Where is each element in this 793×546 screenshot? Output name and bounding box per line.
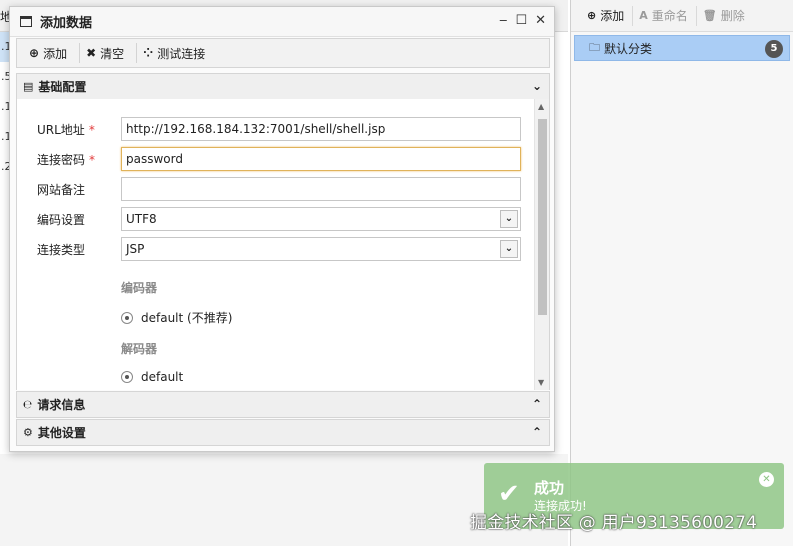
section-request-title: 请求信息 [37,398,86,412]
type-label: 连接类型 [37,243,86,257]
password-label: 连接密码 * [37,153,96,167]
section-basic-title: 基础配置 [38,80,87,94]
password-row: 连接密码 * [17,147,532,171]
dialog-title: 添加数据 [40,16,93,31]
encoder-default-option[interactable]: default (不推荐) [121,309,232,326]
font-icon: A [639,9,648,22]
chevron-up-icon: ⌃ [531,425,542,439]
decoder-title: 解码器 [121,342,158,356]
maximize-icon[interactable]: ☐ [515,13,527,28]
decoder-default-option[interactable]: default [121,370,183,384]
scrollbar-thumb[interactable] [538,119,547,315]
folder-icon: 🗀 [589,40,600,54]
watermark: 掘金技术社区 @ 用户93135600274 [470,513,758,533]
clear-button[interactable]: ✖ 清空 [80,43,138,63]
window-controls: ‒ ☐ ✕ [499,13,546,28]
close-icon[interactable]: ✕ [535,13,546,28]
chevron-up-icon: ⌃ [531,397,542,411]
add-button[interactable]: ⊕ 添加 [23,43,81,63]
rename-category-button[interactable]: A 重命名 [633,5,697,26]
encoding-row: 编码设置 UTF8 ⌄ [17,207,532,231]
type-row: 连接类型 JSP ⌄ [17,237,532,261]
trash-icon: 🗑 [702,9,717,22]
dialog-toolbar: ⊕ 添加 ✖ 清空 ⁘ 测试连接 [16,38,550,68]
scroll-down-icon[interactable]: ▼ [538,378,544,387]
section-request-header[interactable]: ℮ 请求信息 ⌃ [16,391,550,418]
required-mark: * [89,153,96,167]
spinner-icon: ⁘ [143,46,154,60]
delete-category-button[interactable]: 🗑 删除 [697,6,753,26]
rename-category-label: 重命名 [651,9,688,23]
category-name: 默认分类 [604,41,653,56]
encoding-select[interactable]: UTF8 ⌄ [121,207,521,231]
chevron-down-icon: ⌄ [500,240,518,258]
note-label: 网站备注 [37,183,86,197]
encoding-label: 编码设置 [37,213,86,227]
x-icon: ✖ [86,46,97,60]
toast-title: 成功 [534,479,565,497]
url-label: URL地址 * [37,123,95,137]
category-count-badge: 5 [765,40,783,58]
type-value: JSP [126,242,145,256]
add-data-dialog: 添加数据 ‒ ☐ ✕ ⊕ 添加 ✖ 清空 ⁘ 测试连接 ▤ 基础配置 ⌄ URL… [9,6,555,452]
clear-button-label: 清空 [100,46,125,61]
chevron-down-icon: ⌄ [500,210,518,228]
file-icon: ▤ [23,80,34,93]
scroll-up-icon[interactable]: ▲ [538,102,544,111]
note-input[interactable] [121,177,521,201]
gears-icon: ⚙ [23,426,33,439]
edge-icon: ℮ [23,398,33,411]
section-basic-header[interactable]: ▤ 基础配置 ⌄ [16,73,550,100]
type-select[interactable]: JSP ⌄ [121,237,521,261]
test-connection-button[interactable]: ⁘ 测试连接 [137,43,217,63]
test-connection-label: 测试连接 [157,46,206,61]
plus-circle-icon: ⊕ [587,9,597,22]
delete-category-label: 删除 [720,9,745,23]
window-icon [20,16,32,27]
add-button-label: 添加 [43,46,68,61]
url-input[interactable] [121,117,521,141]
encoder-title: 编码器 [121,281,158,295]
dialog-titlebar[interactable]: 添加数据 [10,7,554,37]
section-other-title: 其他设置 [37,426,86,440]
add-category-label: 添加 [600,9,625,23]
radio-button[interactable] [121,311,133,324]
note-row: 网站备注 [17,177,532,201]
check-icon: ✔ [498,479,520,509]
encoding-value: UTF8 [126,212,157,226]
encoder-default-label: default (不推荐) [141,311,233,325]
form-scrollbar[interactable]: ▲ ▼ [534,99,549,390]
url-row: URL地址 * [17,117,532,141]
section-other-header[interactable]: ⚙ 其他设置 ⌃ [16,419,550,446]
category-toolbar: ⊕ 添加 A 重命名 🗑 删除 [571,0,793,32]
chevron-down-icon: ⌄ [531,79,542,93]
section-basic-body: URL地址* 连接密码* 网站备注 编码设置 UTF8 ⌄ 连接类型 JSP ⌄… [16,99,550,390]
minimize-icon[interactable]: ‒ [499,13,507,28]
radio-button[interactable] [121,371,133,383]
close-icon[interactable]: ✕ [759,472,774,487]
plus-circle-icon: ⊕ [29,46,40,60]
decoder-default-label: default [141,370,184,384]
required-mark: * [88,123,95,137]
password-input[interactable] [121,147,521,171]
add-category-button[interactable]: ⊕ 添加 [581,5,634,26]
category-item-default[interactable]: 🗀 默认分类 5 [574,35,790,61]
